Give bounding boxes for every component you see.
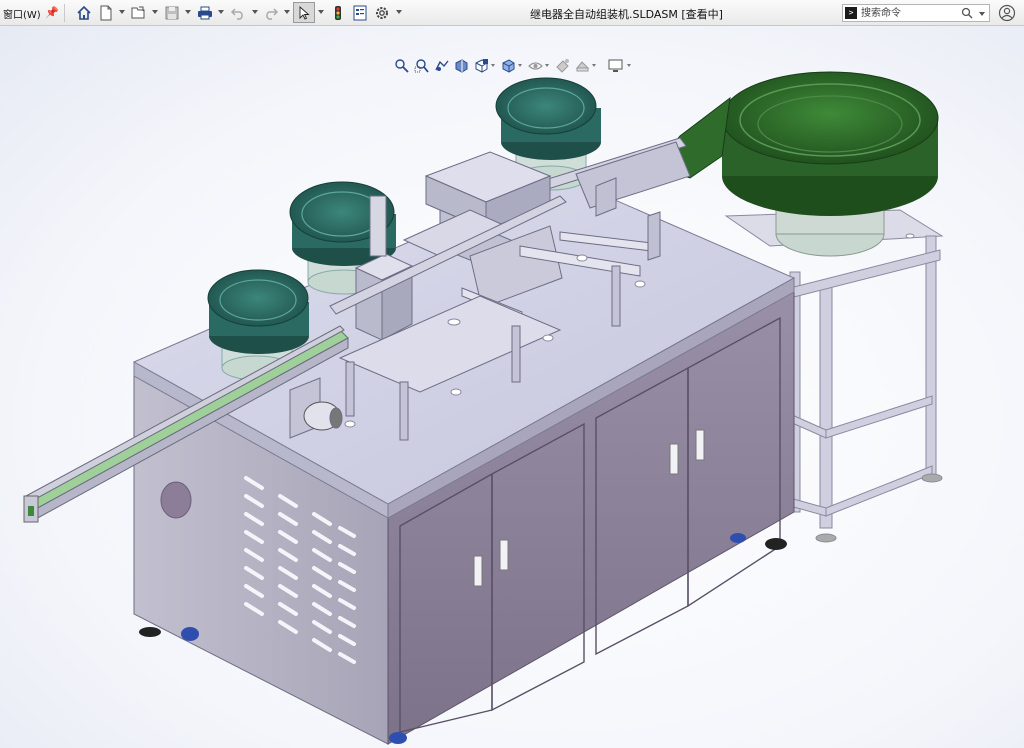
- graphics-area[interactable]: [0, 26, 1024, 748]
- toolbar-separator: [64, 4, 65, 22]
- machine-assembly-model[interactable]: [0, 26, 1024, 748]
- open-dropdown-icon[interactable]: [152, 10, 158, 14]
- document-title: 继电器全自动组装机.SLDASM [查看中]: [530, 8, 723, 21]
- options-dropdown-icon[interactable]: [396, 10, 402, 14]
- options-gear-icon[interactable]: [372, 3, 392, 23]
- command-prompt-icon: >: [845, 7, 857, 19]
- select-dropdown-icon[interactable]: [318, 10, 324, 14]
- hide-show-dropdown-icon[interactable]: [545, 64, 549, 67]
- zoom-to-area-icon[interactable]: [412, 56, 430, 74]
- view-settings-icon[interactable]: [606, 56, 624, 74]
- print-icon[interactable]: [195, 3, 215, 23]
- view-orientation-icon[interactable]: [472, 56, 490, 74]
- hide-show-items-icon[interactable]: [526, 56, 544, 74]
- scene-dropdown-icon[interactable]: [592, 64, 596, 67]
- search-icon[interactable]: [961, 7, 973, 19]
- redo-dropdown-icon[interactable]: [284, 10, 290, 14]
- search-dropdown-icon[interactable]: [979, 12, 985, 16]
- orientation-dropdown-icon[interactable]: [491, 64, 495, 67]
- select-arrow-icon[interactable]: [293, 2, 315, 23]
- display-style-icon[interactable]: [499, 56, 517, 74]
- undo-dropdown-icon[interactable]: [252, 10, 258, 14]
- new-dropdown-icon[interactable]: [119, 10, 125, 14]
- save-icon[interactable]: [162, 3, 182, 23]
- print-dropdown-icon[interactable]: [218, 10, 224, 14]
- apply-scene-icon[interactable]: [573, 56, 591, 74]
- search-box: >: [842, 4, 990, 22]
- edit-appearance-icon[interactable]: [553, 56, 571, 74]
- cable-port: [160, 481, 192, 519]
- zoom-to-fit-icon[interactable]: [392, 56, 410, 74]
- rebuild-traffic-light-icon[interactable]: [328, 3, 348, 23]
- user-account-icon[interactable]: [998, 4, 1016, 22]
- display-style-dropdown-icon[interactable]: [518, 64, 522, 67]
- new-document-icon[interactable]: [96, 3, 116, 23]
- previous-view-icon[interactable]: [432, 56, 450, 74]
- open-icon[interactable]: [128, 3, 148, 23]
- top-toolbar: 窗口(W) 📌 继电器全自动组装机.SLDASM [查看中] >: [0, 0, 1024, 26]
- section-view-icon[interactable]: [452, 56, 470, 74]
- menu-window[interactable]: 窗口(W): [3, 6, 41, 21]
- file-properties-icon[interactable]: [350, 3, 370, 23]
- main-cabinet[interactable]: [132, 175, 796, 745]
- view-settings-dropdown-icon[interactable]: [627, 64, 631, 67]
- home-icon[interactable]: [74, 3, 94, 23]
- redo-icon[interactable]: [261, 3, 281, 23]
- undo-icon[interactable]: [228, 3, 248, 23]
- search-commands-input[interactable]: [861, 6, 961, 20]
- save-dropdown-icon[interactable]: [185, 10, 191, 14]
- pin-icon[interactable]: 📌: [45, 6, 59, 19]
